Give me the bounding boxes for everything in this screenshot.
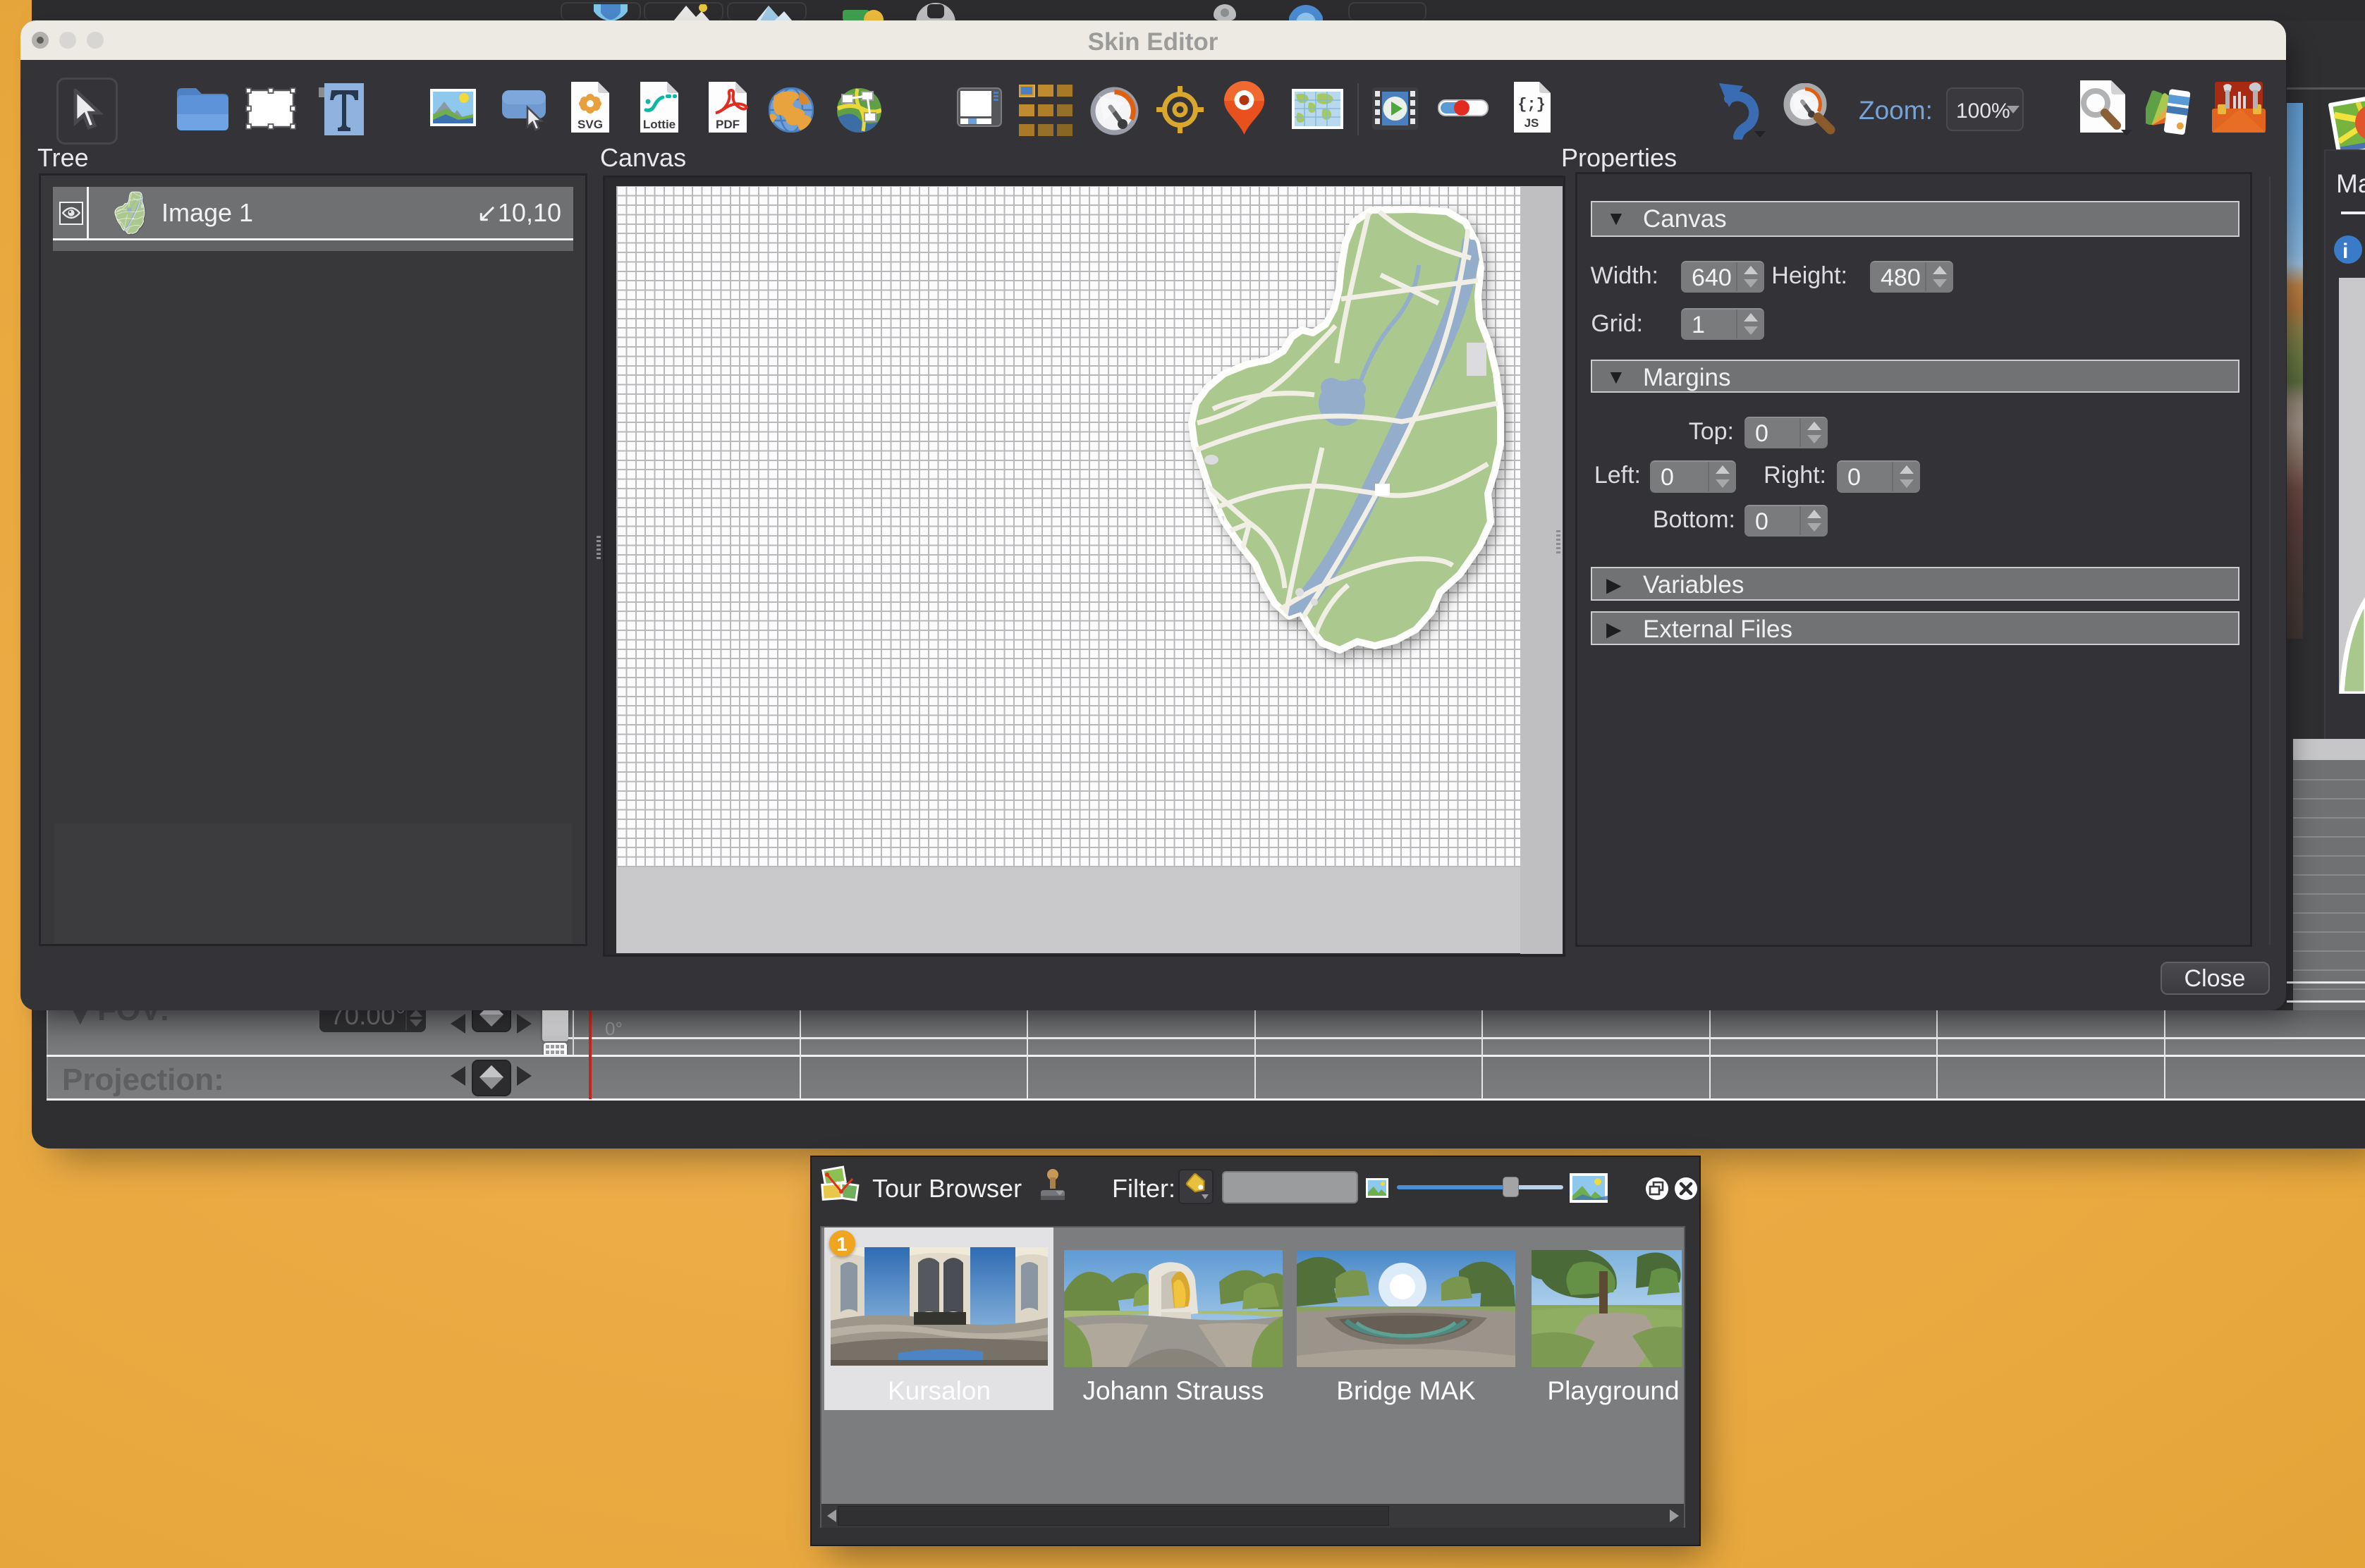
svg-text:JS: JS bbox=[1524, 116, 1539, 130]
svg-text:Lottie: Lottie bbox=[643, 118, 676, 131]
svg-text:{;}: {;} bbox=[1517, 96, 1546, 114]
svg-text:SVG: SVG bbox=[578, 118, 603, 131]
svg-text:PDF: PDF bbox=[716, 118, 740, 131]
